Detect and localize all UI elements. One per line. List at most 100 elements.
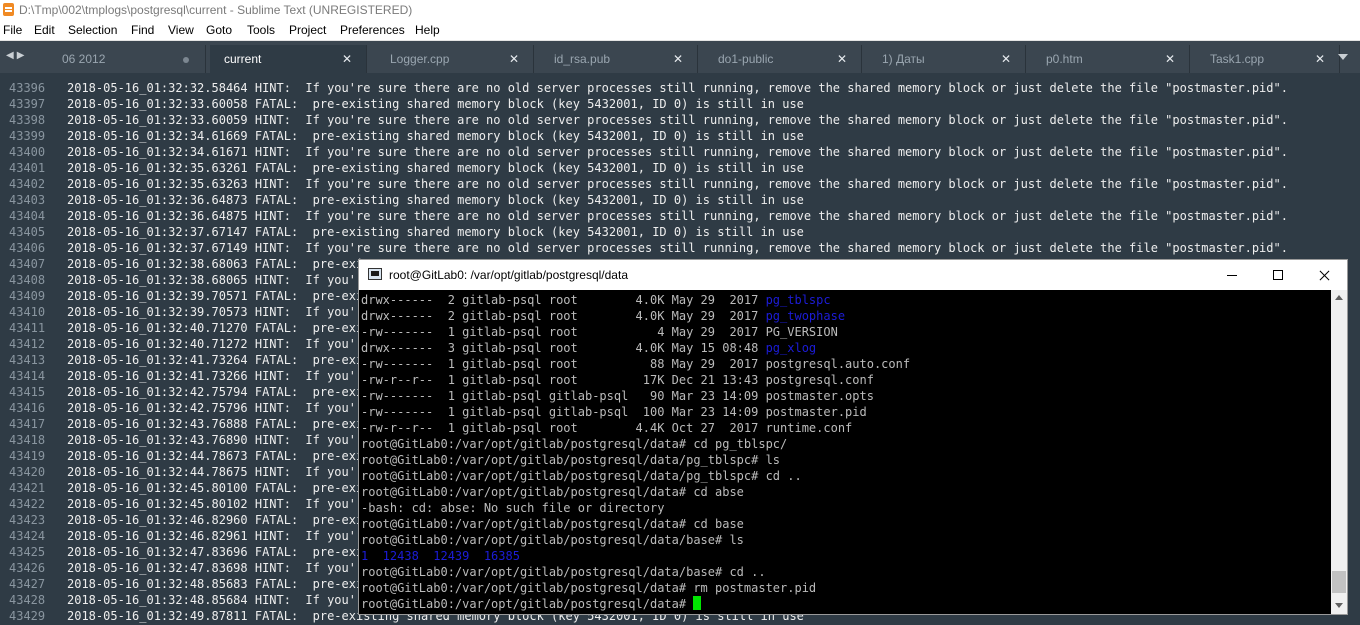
tab-close-icon[interactable]: ✕ <box>509 45 519 73</box>
tab-daty[interactable]: 1) Даты ✕ <box>868 45 1026 73</box>
line-number: 43412 <box>9 337 46 351</box>
putty-window[interactable]: root@GitLab0: /var/opt/gitlab/postgresql… <box>358 259 1348 615</box>
terminal-text: root@GitLab0:/var/opt/gitlab/postgresql/… <box>361 565 766 579</box>
tab-06-2012[interactable]: 06 2012 <box>48 45 206 73</box>
tab-close-icon[interactable]: ✕ <box>837 45 847 73</box>
menu-find[interactable]: Find <box>131 20 154 40</box>
line-text: 2018-05-16_01:32:43.76888 FATAL: pre-exi <box>67 417 364 431</box>
tab-label: p0.htm <box>1046 52 1083 66</box>
terminal-scrollbar[interactable] <box>1331 290 1347 614</box>
line-number: 43426 <box>9 561 46 575</box>
line-text: 2018-05-16_01:32:40.71270 FATAL: pre-exi <box>67 321 364 335</box>
maximize-button[interactable] <box>1255 260 1301 290</box>
tab-label: Logger.cpp <box>390 52 450 66</box>
terminal-line: -bash: cd: abse: No such file or directo… <box>361 500 664 516</box>
putty-titlebar[interactable]: root@GitLab0: /var/opt/gitlab/postgresql… <box>359 260 1347 290</box>
close-button[interactable] <box>1301 260 1347 290</box>
terminal-line: root@GitLab0:/var/opt/gitlab/postgresql/… <box>361 516 744 532</box>
line-number: 43404 <box>9 209 46 223</box>
menu-goto[interactable]: Goto <box>206 20 232 40</box>
terminal-text: root@GitLab0:/var/opt/gitlab/postgresql/… <box>361 485 744 499</box>
terminal-cursor <box>693 596 702 610</box>
minimize-button[interactable] <box>1209 260 1255 290</box>
tab-scroll-arrows-icon[interactable]: ◀▶ <box>6 50 27 61</box>
terminal-line: 1 12438 12439 16385 <box>361 548 520 564</box>
tab-close-icon[interactable]: ✕ <box>673 45 683 73</box>
tab-overflow-chevron-icon[interactable] <box>1338 54 1348 60</box>
menu-tools[interactable]: Tools <box>247 20 275 40</box>
line-number: 43399 <box>9 129 46 143</box>
tab-id-rsa-pub[interactable]: id_rsa.pub ✕ <box>540 45 698 73</box>
terminal-text: root@GitLab0:/var/opt/gitlab/postgresql/… <box>361 597 694 611</box>
terminal-line: root@GitLab0:/var/opt/gitlab/postgresql/… <box>361 484 744 500</box>
line-number: 43428 <box>9 593 46 607</box>
line-text: 2018-05-16_01:32:33.60059 HINT: If you'r… <box>67 113 1288 127</box>
menu-view[interactable]: View <box>168 20 194 40</box>
line-number: 43405 <box>9 225 46 239</box>
menu-help[interactable]: Help <box>415 20 440 40</box>
terminal-text: -rw-r--r-- 1 gitlab-psql root 17K Dec 21… <box>361 373 874 387</box>
line-text: 2018-05-16_01:32:44.78673 FATAL: pre-exi <box>67 449 364 463</box>
terminal-line: -rw------- 1 gitlab-psql root 4 May 29 2… <box>361 324 838 340</box>
line-text: 2018-05-16_01:32:36.64873 FATAL: pre-exi… <box>67 193 804 207</box>
terminal-line: -rw-r--r-- 1 gitlab-psql root 4.4K Oct 2… <box>361 420 852 436</box>
line-text: 2018-05-16_01:32:38.68065 HINT: If you'r <box>67 273 364 287</box>
line-text: 2018-05-16_01:32:42.75796 HINT: If you'r <box>67 401 364 415</box>
menu-project[interactable]: Project <box>289 20 326 40</box>
line-number: 43427 <box>9 577 46 591</box>
tab-label: 06 2012 <box>62 52 106 66</box>
terminal-line: -rw-r--r-- 1 gitlab-psql root 17K Dec 21… <box>361 372 874 388</box>
tab-do1-public[interactable]: do1-public ✕ <box>704 45 862 73</box>
terminal-line: root@GitLab0:/var/opt/gitlab/postgresql/… <box>361 436 787 452</box>
line-number: 43407 <box>9 257 46 271</box>
line-number: 43423 <box>9 513 46 527</box>
line-text: 2018-05-16_01:32:37.67149 HINT: If you'r… <box>67 241 1288 255</box>
terminal-directory-name: pg_xlog <box>765 341 817 355</box>
terminal-line: root@GitLab0:/var/opt/gitlab/postgresql/… <box>361 468 802 484</box>
line-text: 2018-05-16_01:32:48.85684 HINT: If you'r <box>67 593 364 607</box>
line-text: 2018-05-16_01:32:42.75794 FATAL: pre-exi <box>67 385 364 399</box>
tab-current[interactable]: current ✕ <box>210 45 367 73</box>
menu-preferences[interactable]: Preferences <box>340 20 405 40</box>
line-text: 2018-05-16_01:32:45.80102 HINT: If you'r <box>67 497 364 511</box>
scroll-up-arrow-icon[interactable] <box>1335 295 1343 300</box>
scrollbar-thumb[interactable] <box>1332 571 1346 593</box>
terminal-line: drwx------ 3 gitlab-psql root 4.0K May 1… <box>361 340 816 356</box>
line-text: 2018-05-16_01:32:38.68063 FATAL: pre-exi <box>67 257 364 271</box>
tab-logger-cpp[interactable]: Logger.cpp ✕ <box>376 45 534 73</box>
tab-close-icon[interactable]: ✕ <box>1315 45 1325 73</box>
tab-task1-cpp[interactable]: Task1.cpp ✕ <box>1196 45 1340 73</box>
tab-close-icon[interactable]: ✕ <box>1165 45 1175 73</box>
terminal-line: root@GitLab0:/var/opt/gitlab/postgresql/… <box>361 596 702 612</box>
terminal-line: root@GitLab0:/var/opt/gitlab/postgresql/… <box>361 452 780 468</box>
line-text: 2018-05-16_01:32:32.58464 HINT: If you'r… <box>67 81 1288 95</box>
menu-selection[interactable]: Selection <box>68 20 117 40</box>
terminal-directory-name: pg_twophase <box>765 309 846 323</box>
line-text: 2018-05-16_01:32:43.76890 HINT: If you'r <box>67 433 364 447</box>
line-number: 43420 <box>9 465 46 479</box>
scroll-down-arrow-icon[interactable] <box>1335 603 1343 608</box>
tab-close-icon[interactable]: ✕ <box>342 45 352 73</box>
window-titlebar: D:\Tmp\002\tmplogs\postgresql\current - … <box>0 0 1360 20</box>
terminal-line: -rw------- 1 gitlab-psql root 88 May 29 … <box>361 356 910 372</box>
terminal-output[interactable]: drwx------ 2 gitlab-psql root 4.0K May 2… <box>359 290 1331 614</box>
terminal-line: root@GitLab0:/var/opt/gitlab/postgresql/… <box>361 532 744 548</box>
menu-bar: File Edit Selection Find View Goto Tools… <box>0 20 1360 41</box>
line-text: 2018-05-16_01:32:47.83696 FATAL: pre-exi <box>67 545 364 559</box>
line-number: 43409 <box>9 289 46 303</box>
terminal-text: drwx------ 2 gitlab-psql root 4.0K May 2… <box>361 309 766 323</box>
terminal-text: -rw------- 1 gitlab-psql root 4 May 29 2… <box>361 325 838 339</box>
terminal-line: root@GitLab0:/var/opt/gitlab/postgresql/… <box>361 564 766 580</box>
line-number: 43413 <box>9 353 46 367</box>
tab-close-icon[interactable]: ✕ <box>1001 45 1011 73</box>
terminal-directory-name: 1 12438 12439 16385 <box>361 549 520 563</box>
tab-bar: ◀▶ 06 2012 current ✕ Logger.cpp ✕ id_rsa… <box>0 41 1360 73</box>
tab-p0-htm[interactable]: p0.htm ✕ <box>1032 45 1190 73</box>
line-number: 43414 <box>9 369 46 383</box>
terminal-line: drwx------ 2 gitlab-psql root 4.0K May 2… <box>361 292 831 308</box>
menu-edit[interactable]: Edit <box>34 20 55 40</box>
line-number: 43419 <box>9 449 46 463</box>
terminal-text: -rw------- 1 gitlab-psql gitlab-psql 90 … <box>361 389 874 403</box>
line-number: 43417 <box>9 417 46 431</box>
menu-file[interactable]: File <box>3 20 22 40</box>
